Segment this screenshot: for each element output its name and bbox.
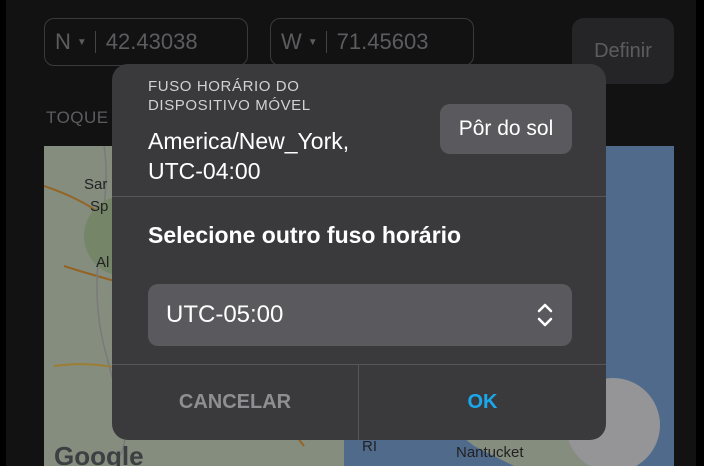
device-timezone-name: America/New_York, [148, 128, 350, 154]
ok-button[interactable]: OK [359, 364, 606, 440]
timezone-select[interactable]: UTC-05:00 [148, 284, 572, 346]
divider [112, 196, 606, 197]
chevron-up-down-icon [537, 303, 553, 327]
sunset-button[interactable]: Pôr do sol [440, 104, 572, 154]
device-timezone-offset: UTC-04:00 [148, 158, 261, 184]
device-timezone-caption: FUSO HORÁRIO DO DISPOSITIVO MÓVEL [148, 78, 311, 114]
cancel-button[interactable]: CANCELAR [112, 364, 358, 440]
device-timezone-value: America/New_York, UTC-04:00 [148, 126, 408, 186]
timezone-dialog: FUSO HORÁRIO DO DISPOSITIVO MÓVEL Americ… [112, 64, 606, 440]
screen: N ▼ 42.43038 W ▼ 71.45603 Definir TOQUE … [6, 0, 696, 466]
timezone-select-value: UTC-05:00 [166, 301, 284, 328]
select-timezone-title: Selecione outro fuso horário [148, 222, 462, 248]
